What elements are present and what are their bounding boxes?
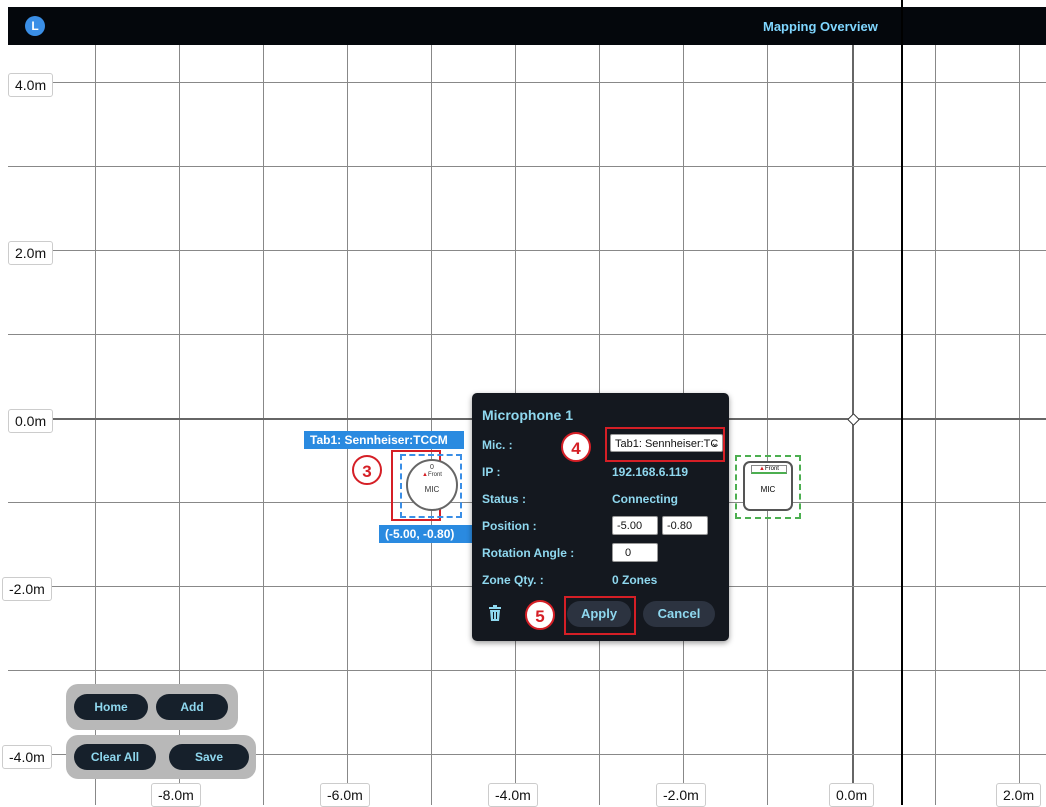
mic-text: MIC xyxy=(760,485,776,494)
x-axis-label: 0.0m xyxy=(829,783,875,807)
position-x-input[interactable]: -5.00 xyxy=(612,516,658,535)
grid-line xyxy=(1019,45,1020,805)
y-axis-label: 0.0m xyxy=(8,409,54,433)
mic-front-indicator: ▲Front xyxy=(422,472,442,478)
ip-value: 192.168.6.119 xyxy=(612,465,689,479)
front-label: Front xyxy=(427,472,442,478)
mic-text: MIC xyxy=(424,485,440,494)
step-3-badge: 3 xyxy=(352,455,382,485)
highlight-box-step5 xyxy=(564,596,636,635)
zone-value: 0 Zones xyxy=(612,573,658,587)
mic-coords-label: (-5.00, -0.80) xyxy=(379,525,474,543)
page-title: Mapping Overview xyxy=(763,19,878,34)
grid-line xyxy=(8,166,1046,167)
grid-line xyxy=(347,45,348,805)
y-axis-label: 4.0m xyxy=(8,73,54,97)
trash-icon[interactable] xyxy=(488,605,502,621)
grid-line xyxy=(767,45,768,805)
grid-line xyxy=(431,45,432,805)
zone-label: Zone Qty. : xyxy=(482,573,544,587)
position-y-input[interactable]: -0.80 xyxy=(662,516,708,535)
grid-line xyxy=(8,250,1046,251)
panel-title: Microphone 1 xyxy=(482,407,574,423)
divider-line xyxy=(901,0,903,805)
mic-front-indicator: ▲Front xyxy=(751,465,787,474)
home-button[interactable]: Home xyxy=(74,694,148,720)
other-mic-icon[interactable]: ▲Front MIC xyxy=(743,461,793,511)
nav-controls-group: Home Add xyxy=(66,684,238,730)
x-axis-label: -8.0m xyxy=(151,783,201,807)
x-axis-label: -6.0m xyxy=(320,783,370,807)
mic-angle: 0 xyxy=(430,464,434,471)
rotation-input[interactable]: 0 xyxy=(612,543,658,562)
front-label: Front xyxy=(764,466,779,472)
x-axis-label: -2.0m xyxy=(656,783,706,807)
y-axis-label: 2.0m xyxy=(8,241,54,265)
cancel-button[interactable]: Cancel xyxy=(643,601,715,627)
highlight-box-step4 xyxy=(605,427,725,462)
x-axis-label: -4.0m xyxy=(488,783,538,807)
edit-controls-group: Clear All Save xyxy=(66,735,256,779)
y-axis-label: -4.0m xyxy=(2,745,52,769)
x-axis-label: 2.0m xyxy=(996,783,1042,807)
app-logo-icon[interactable]: L xyxy=(25,16,45,36)
rotation-label: Rotation Angle : xyxy=(482,546,575,560)
ip-label: IP : xyxy=(482,465,501,479)
mic-name-label: Tab1: Sennheiser:TCCM xyxy=(304,431,464,449)
grid-line xyxy=(935,45,936,805)
y-axis-label: -2.0m xyxy=(2,577,52,601)
grid-line xyxy=(8,82,1046,83)
grid-line xyxy=(263,45,264,805)
clear-all-button[interactable]: Clear All xyxy=(74,744,156,770)
step-4-badge: 4 xyxy=(561,432,591,462)
grid-line xyxy=(8,334,1046,335)
save-button[interactable]: Save xyxy=(169,744,249,770)
status-value: Connecting xyxy=(612,492,678,506)
selected-mic-icon[interactable]: 0 ▲Front MIC xyxy=(406,459,458,511)
add-button[interactable]: Add xyxy=(156,694,228,720)
grid-line xyxy=(8,670,1046,671)
mic-label: Mic. : xyxy=(482,438,513,452)
position-label: Position : xyxy=(482,519,537,533)
status-label: Status : xyxy=(482,492,527,506)
top-bar: L Mapping Overview xyxy=(8,7,1046,45)
step-5-badge: 5 xyxy=(525,600,555,630)
